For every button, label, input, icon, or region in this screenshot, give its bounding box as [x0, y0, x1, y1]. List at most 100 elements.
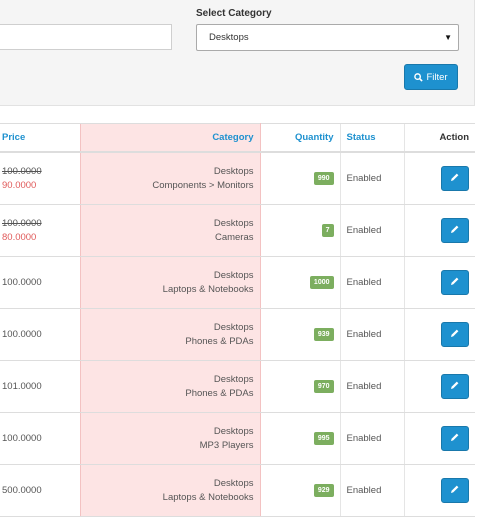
- status-column-header[interactable]: Status: [339, 123, 404, 153]
- quantity-cell: 970: [259, 360, 340, 413]
- category-primary: Desktops: [213, 477, 254, 489]
- category-primary: Desktops: [213, 269, 254, 281]
- quantity-badge: 995: [313, 432, 334, 445]
- quantity-badge: 990: [313, 172, 334, 185]
- category-cell: Desktops MP3 Players: [79, 412, 261, 465]
- price-value: 101.0000: [2, 381, 42, 392]
- category-column-header[interactable]: Category: [79, 123, 261, 153]
- table-row: 100.0000 80.0000 Desktops Cameras 7 Enable…: [0, 204, 475, 257]
- dropdown-arrow-icon: ▼: [444, 33, 452, 42]
- category-secondary: Phones & PDAs: [185, 387, 254, 399]
- edit-button[interactable]: [441, 322, 469, 347]
- filter-button-label: Filter: [426, 71, 448, 83]
- edit-button[interactable]: [441, 166, 469, 191]
- quantity-cell: 1000: [259, 256, 340, 309]
- table-header-row: Price Category Quantity Status Action: [0, 123, 475, 153]
- status-cell: Enabled: [339, 256, 404, 309]
- price-value: 100.0000: [2, 433, 42, 444]
- quantity-cell: 939: [259, 308, 340, 361]
- category-secondary: Laptops & Notebooks: [162, 283, 254, 295]
- category-primary: Desktops: [213, 165, 254, 177]
- filter-panel: Select Category Desktops ▼ Filter: [0, 0, 475, 106]
- category-secondary: Cameras: [214, 231, 254, 243]
- category-primary: Desktops: [213, 425, 254, 437]
- category-primary: Desktops: [213, 321, 254, 333]
- pencil-icon: [450, 276, 460, 289]
- quantity-badge: 939: [313, 328, 334, 341]
- filter-button[interactable]: Filter: [404, 64, 458, 90]
- category-cell: Desktops Components > Monitors: [79, 152, 261, 205]
- price-cell: 100.0000: [0, 308, 80, 361]
- table-row: 100.0000 90.0000 Desktops Components > Mon…: [0, 152, 475, 205]
- quantity-column-header[interactable]: Quantity: [259, 123, 340, 153]
- status-cell: Enabled: [339, 412, 404, 465]
- action-cell: [403, 152, 475, 205]
- product-table: Price Category Quantity Status Action 10…: [0, 123, 475, 517]
- quantity-cell: 995: [259, 412, 340, 465]
- pencil-icon: [450, 328, 460, 341]
- table-row: 100.0000 Desktops Laptops & Notebooks 100…: [0, 256, 475, 309]
- status-cell: Enabled: [339, 204, 404, 257]
- table-row: 100.0000 Desktops MP3 Players 995 Enabled: [0, 412, 475, 465]
- price-cell: 100.0000: [0, 256, 80, 309]
- status-cell: Enabled: [339, 308, 404, 361]
- old-price: 100.0000: [2, 165, 42, 177]
- pencil-icon: [450, 172, 460, 185]
- category-secondary: Components > Monitors: [152, 179, 254, 191]
- status-cell: Enabled: [339, 464, 404, 517]
- price-cell: 100.0000 80.0000: [0, 204, 80, 257]
- category-secondary: MP3 Players: [199, 439, 254, 451]
- category-cell: Desktops Laptops & Notebooks: [79, 464, 261, 517]
- action-cell: [403, 412, 475, 465]
- category-secondary: Laptops & Notebooks: [162, 491, 254, 503]
- category-select-value: Desktops: [209, 32, 249, 43]
- status-cell: Enabled: [339, 152, 404, 205]
- price-cell: 500.0000: [0, 464, 80, 517]
- category-cell: Desktops Phones & PDAs: [79, 360, 261, 413]
- quantity-cell: 929: [259, 464, 340, 517]
- special-price: 90.0000: [2, 179, 37, 191]
- price-value: 100.0000: [2, 329, 42, 340]
- quantity-cell: 7: [259, 204, 340, 257]
- edit-button[interactable]: [441, 270, 469, 295]
- quantity-badge: 929: [313, 484, 334, 497]
- price-cell: 100.0000 90.0000: [0, 152, 80, 205]
- category-cell: Desktops Phones & PDAs: [79, 308, 261, 361]
- action-cell: [403, 204, 475, 257]
- filter-text-input[interactable]: [0, 24, 172, 50]
- category-select[interactable]: Desktops ▼: [196, 24, 459, 51]
- price-cell: 101.0000: [0, 360, 80, 413]
- quantity-cell: 990: [259, 152, 340, 205]
- pencil-icon: [450, 432, 460, 445]
- pencil-icon: [450, 484, 460, 497]
- select-category-label: Select Category: [196, 8, 272, 19]
- price-value: 500.0000: [2, 485, 42, 496]
- pencil-icon: [450, 224, 460, 237]
- category-cell: Desktops Cameras: [79, 204, 261, 257]
- price-column-header[interactable]: Price: [0, 123, 80, 153]
- edit-button[interactable]: [441, 426, 469, 451]
- table-row: 500.0000 Desktops Laptops & Notebooks 929…: [0, 464, 475, 517]
- price-value: 100.0000: [2, 277, 42, 288]
- search-icon: [414, 72, 424, 82]
- quantity-badge: 1000: [309, 276, 334, 289]
- old-price: 100.0000: [2, 217, 42, 229]
- action-cell: [403, 308, 475, 361]
- category-secondary: Phones & PDAs: [185, 335, 254, 347]
- category-primary: Desktops: [213, 373, 254, 385]
- table-row: 100.0000 Desktops Phones & PDAs 939 Enabl…: [0, 308, 475, 361]
- pencil-icon: [450, 380, 460, 393]
- status-cell: Enabled: [339, 360, 404, 413]
- action-cell: [403, 360, 475, 413]
- quantity-badge: 970: [313, 380, 334, 393]
- edit-button[interactable]: [441, 218, 469, 243]
- action-cell: [403, 464, 475, 517]
- category-cell: Desktops Laptops & Notebooks: [79, 256, 261, 309]
- action-column-header: Action: [403, 123, 475, 153]
- edit-button[interactable]: [441, 478, 469, 503]
- price-cell: 100.0000: [0, 412, 80, 465]
- edit-button[interactable]: [441, 374, 469, 399]
- quantity-badge: 7: [321, 224, 334, 237]
- table-row: 101.0000 Desktops Phones & PDAs 970 Enabl…: [0, 360, 475, 413]
- category-primary: Desktops: [213, 217, 254, 229]
